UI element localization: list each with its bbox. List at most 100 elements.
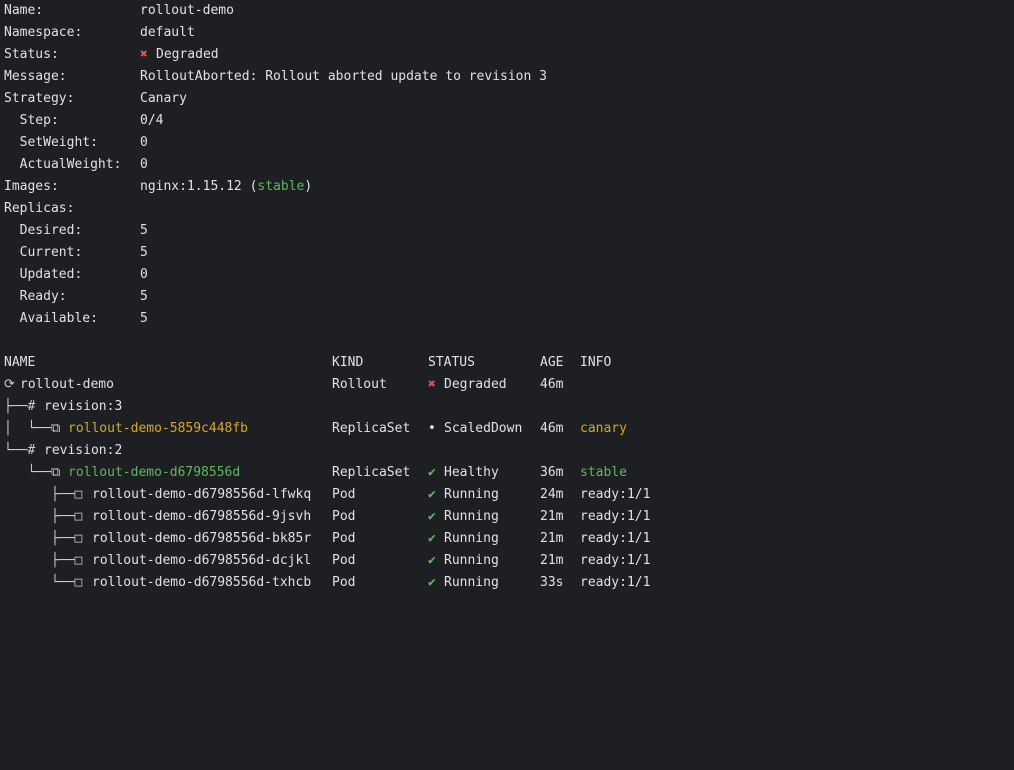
revision-hash-icon: └──# xyxy=(4,443,44,458)
row-info: ready:1/1 xyxy=(580,531,651,546)
row-status: Running xyxy=(444,553,499,568)
status-label: Status: xyxy=(4,47,59,62)
detail-message-row: Message: RolloutAborted: Rollout aborted… xyxy=(4,66,1004,88)
header-kind: KIND xyxy=(332,355,364,370)
detail-status-row: Status: ✖ Degraded xyxy=(4,44,1004,66)
table-row: ├──□ rollout-demo-d6798556d-9jsvh Pod ✔ … xyxy=(4,506,1004,528)
name-label: Name: xyxy=(4,3,44,18)
name-value: rollout-demo xyxy=(140,3,234,18)
row-info: ready:1/1 xyxy=(580,575,651,590)
row-kind: ReplicaSet xyxy=(332,421,411,436)
setweight-label: SetWeight: xyxy=(4,135,98,150)
replicaset-icon: └──⧉ xyxy=(4,465,69,480)
current-label: Current: xyxy=(4,245,83,260)
row-name: revision:3 xyxy=(44,399,123,414)
table-row: ├──□ rollout-demo-d6798556d-bk85r Pod ✔ … xyxy=(4,528,1004,550)
images-value-group: nginx:1.15.12 (stable) xyxy=(140,176,312,198)
row-age: 21m xyxy=(540,531,564,546)
replicaset-icon: │ └──⧉ xyxy=(4,421,69,436)
row-kind: Pod xyxy=(332,531,356,546)
images-label: Images: xyxy=(4,179,59,194)
header-status: STATUS xyxy=(428,355,475,370)
actualweight-value: 0 xyxy=(140,157,148,172)
row-age: 36m xyxy=(540,465,564,480)
updated-label: Updated: xyxy=(4,267,83,282)
header-name: NAME xyxy=(4,355,36,370)
detail-current-row: Current: 5 xyxy=(4,242,1004,264)
check-icon: ✔ xyxy=(428,465,436,480)
detail-ready-row: Ready: 5 xyxy=(4,286,1004,308)
row-age: 46m xyxy=(540,377,564,392)
actualweight-label: ActualWeight: xyxy=(4,157,122,172)
row-info: ready:1/1 xyxy=(580,487,651,502)
detail-step-row: Step: 0/4 xyxy=(4,110,1004,132)
detail-available-row: Available: 5 xyxy=(4,308,1004,330)
namespace-value: default xyxy=(140,25,195,40)
replicas-label: Replicas: xyxy=(4,201,75,216)
table-row: ├──□ rollout-demo-d6798556d-lfwkq Pod ✔ … xyxy=(4,484,1004,506)
row-status: Healthy xyxy=(444,465,499,480)
detail-setweight-row: SetWeight: 0 xyxy=(4,132,1004,154)
row-age: 21m xyxy=(540,509,564,524)
row-name: rollout-demo-d6798556d-dcjkl xyxy=(92,553,312,568)
available-value: 5 xyxy=(140,311,148,326)
desired-value: 5 xyxy=(140,223,148,238)
row-status: Degraded xyxy=(444,377,507,392)
pod-icon: ├──□ xyxy=(4,509,91,524)
pod-icon: ├──□ xyxy=(4,531,91,546)
row-name: rollout-demo-d6798556d-txhcb xyxy=(92,575,312,590)
step-label: Step: xyxy=(4,113,59,128)
row-status: ScaledDown xyxy=(444,421,523,436)
row-kind: ReplicaSet xyxy=(332,465,411,480)
message-value: RolloutAborted: Rollout aborted update t… xyxy=(140,69,547,84)
updated-value: 0 xyxy=(140,267,148,282)
table-row: │ └──⧉ rollout-demo-5859c448fb ReplicaSe… xyxy=(4,418,1004,440)
row-status: Running xyxy=(444,487,499,502)
detail-namespace-row: Namespace: default xyxy=(4,22,1004,44)
row-name: revision:2 xyxy=(44,443,123,458)
status-value: Degraded xyxy=(156,47,219,62)
current-value: 5 xyxy=(140,245,148,260)
table-row: └──□ rollout-demo-d6798556d-txhcb Pod ✔ … xyxy=(4,572,1004,594)
row-age: 33s xyxy=(540,575,564,590)
row-name: rollout-demo-d6798556d-9jsvh xyxy=(92,509,312,524)
detail-actualweight-row: ActualWeight: 0 xyxy=(4,154,1004,176)
table-header: NAME KIND STATUS AGE INFO xyxy=(4,352,1004,374)
images-tag: stable xyxy=(257,179,305,194)
images-value: nginx:1.15.12 ( xyxy=(140,179,258,194)
row-info: canary xyxy=(580,421,627,436)
error-x-icon: ✖ xyxy=(428,377,436,392)
row-age: 24m xyxy=(540,487,564,502)
row-status: Running xyxy=(444,531,499,546)
table-row: ├──□ rollout-demo-d6798556d-dcjkl Pod ✔ … xyxy=(4,550,1004,572)
step-value: 0/4 xyxy=(140,113,164,128)
detail-desired-row: Desired: 5 xyxy=(4,220,1004,242)
pod-icon: ├──□ xyxy=(4,487,91,502)
ready-label: Ready: xyxy=(4,289,67,304)
message-label: Message: xyxy=(4,69,67,84)
row-kind: Pod xyxy=(332,575,356,590)
error-x-icon: ✖ xyxy=(140,47,148,62)
check-icon: ✔ xyxy=(428,553,436,568)
detail-name-row: Name: rollout-demo xyxy=(4,0,1004,22)
check-icon: ✔ xyxy=(428,575,436,590)
row-kind: Rollout xyxy=(332,377,387,392)
images-close: ) xyxy=(304,179,313,194)
table-row: ├──# revision:3 xyxy=(4,396,1004,418)
detail-updated-row: Updated: 0 xyxy=(4,264,1004,286)
row-name: rollout-demo xyxy=(20,377,114,392)
namespace-label: Namespace: xyxy=(4,25,83,40)
desired-label: Desired: xyxy=(4,223,83,238)
pod-icon: ├──□ xyxy=(4,553,91,568)
row-name: rollout-demo-d6798556d-bk85r xyxy=(92,531,312,546)
table-row: └──# revision:2 xyxy=(4,440,1004,462)
row-kind: Pod xyxy=(332,553,356,568)
row-name: rollout-demo-5859c448fb xyxy=(68,421,249,436)
row-name: rollout-demo-d6798556d-lfwkq xyxy=(92,487,312,502)
header-age: AGE xyxy=(540,355,564,370)
row-status: Running xyxy=(444,509,499,524)
check-icon: ✔ xyxy=(428,531,436,546)
pod-icon: └──□ xyxy=(4,575,91,590)
revision-hash-icon: ├──# xyxy=(4,399,44,414)
row-info: stable xyxy=(580,465,627,480)
